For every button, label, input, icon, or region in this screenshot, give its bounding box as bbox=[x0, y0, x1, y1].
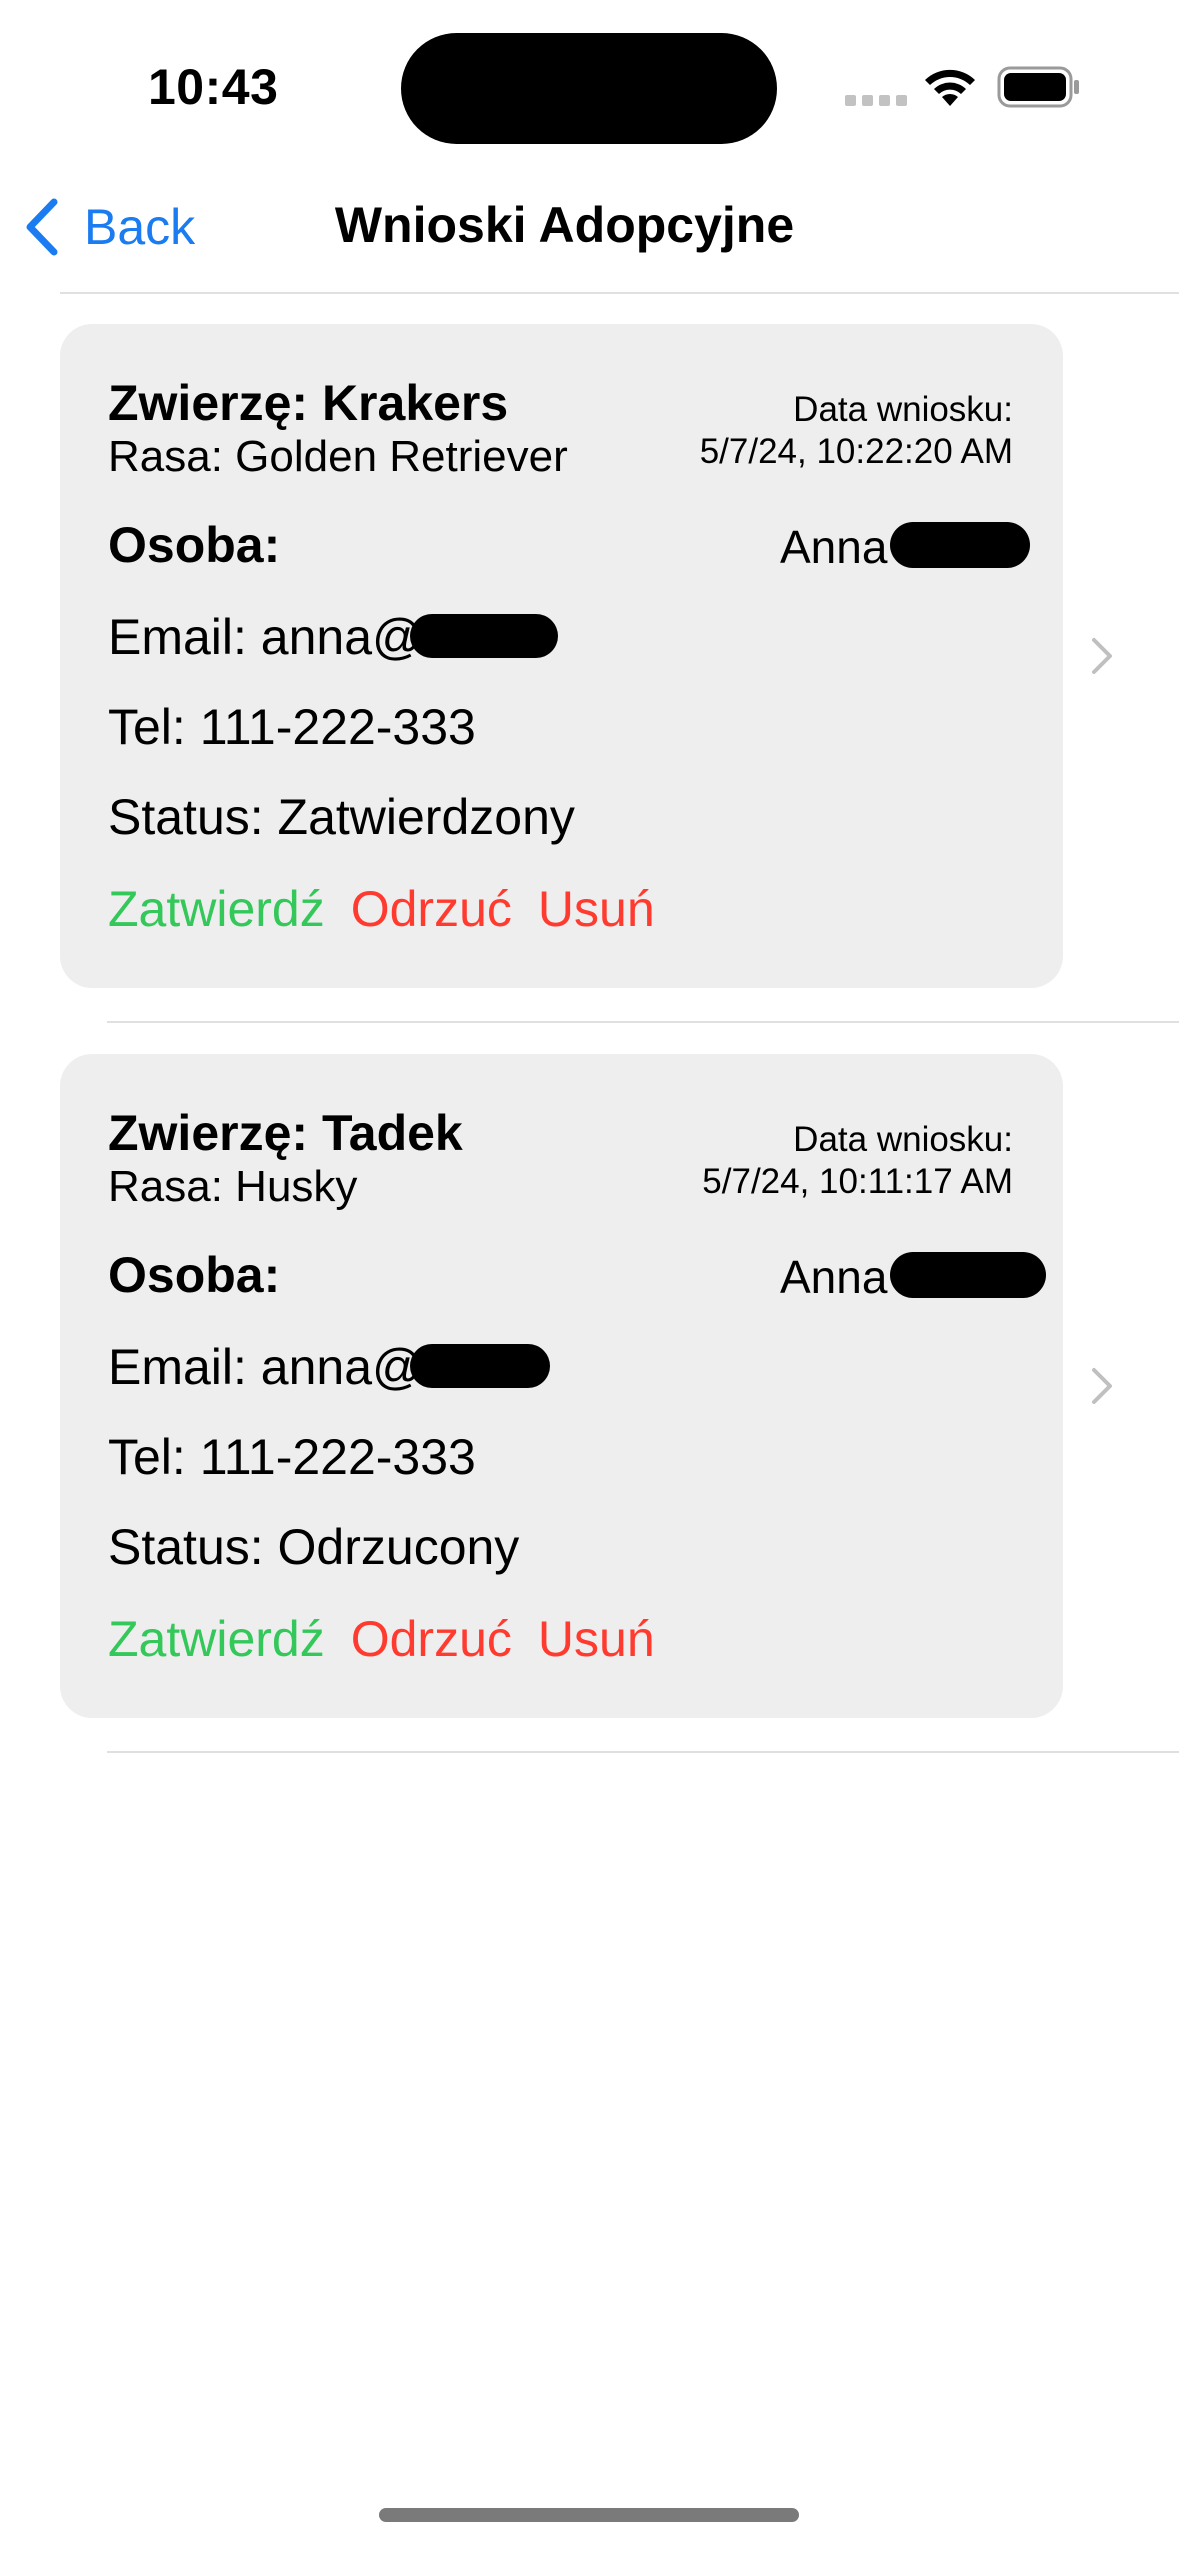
reject-button[interactable]: Odrzuć bbox=[351, 880, 512, 938]
action-buttons: Zatwierdź Odrzuć Usuń bbox=[108, 880, 655, 938]
person-name: Anna bbox=[780, 521, 888, 573]
home-indicator[interactable] bbox=[379, 2508, 799, 2522]
delete-button[interactable]: Usuń bbox=[538, 1610, 655, 1668]
reject-button[interactable]: Odrzuć bbox=[351, 1610, 512, 1668]
page-title: Wnioski Adopcyjne bbox=[0, 196, 1179, 254]
application-card[interactable]: Zwierzę: Tadek Rasa: Husky Data wniosku:… bbox=[60, 1054, 1063, 1718]
date-value: 5/7/24, 10:22:20 AM bbox=[699, 432, 1013, 471]
status-text: Status: Odrzucony bbox=[108, 1519, 520, 1575]
redaction-mark bbox=[410, 1344, 550, 1388]
application-card[interactable]: Zwierzę: Krakers Rasa: Golden Retriever … bbox=[60, 324, 1063, 988]
date-label: Data wniosku: bbox=[793, 1120, 1013, 1159]
row-divider bbox=[107, 1751, 1179, 1753]
date-value: 5/7/24, 10:11:17 AM bbox=[702, 1162, 1013, 1201]
phone-text: Tel: 111-222-333 bbox=[108, 1429, 476, 1485]
redaction-mark bbox=[890, 1252, 1046, 1298]
pet-breed: Rasa: Golden Retriever bbox=[108, 432, 568, 481]
wifi-icon bbox=[925, 69, 975, 106]
redaction-mark bbox=[410, 614, 558, 658]
application-row[interactable]: Zwierzę: Tadek Rasa: Husky Data wniosku:… bbox=[0, 1054, 1179, 1754]
action-buttons: Zatwierdź Odrzuć Usuń bbox=[108, 1610, 655, 1668]
pet-breed: Rasa: Husky bbox=[108, 1162, 358, 1211]
pet-name: Zwierzę: Tadek bbox=[108, 1105, 463, 1161]
approve-button[interactable]: Zatwierdź bbox=[108, 1610, 325, 1668]
redaction-mark bbox=[890, 522, 1030, 568]
application-row[interactable]: Zwierzę: Krakers Rasa: Golden Retriever … bbox=[0, 324, 1179, 1024]
approve-button[interactable]: Zatwierdź bbox=[108, 880, 325, 938]
phone-text: Tel: 111-222-333 bbox=[108, 699, 476, 755]
screen: 10:43 Back Wnioski Adopcyjne Zwierzę: Kr… bbox=[0, 0, 1179, 2556]
page-title-text: Wnioski Adopcyjne bbox=[334, 197, 795, 253]
person-name: Anna bbox=[780, 1251, 888, 1303]
status-text: Status: Zatwierdzony bbox=[108, 789, 575, 845]
chevron-right-icon bbox=[1092, 1368, 1112, 1404]
status-time: 10:43 bbox=[148, 59, 279, 115]
battery-icon bbox=[997, 66, 1079, 108]
dynamic-island bbox=[401, 33, 777, 144]
person-label: Osoba: bbox=[108, 1247, 281, 1303]
email-text: Email: anna@ bbox=[108, 609, 423, 665]
nav-divider bbox=[60, 292, 1179, 294]
delete-button[interactable]: Usuń bbox=[538, 880, 655, 938]
row-divider bbox=[107, 1021, 1179, 1023]
email-text: Email: anna@ bbox=[108, 1339, 423, 1395]
cellular-signal-icon bbox=[845, 95, 907, 106]
pet-name: Zwierzę: Krakers bbox=[108, 375, 509, 431]
date-label: Data wniosku: bbox=[793, 390, 1013, 429]
person-label: Osoba: bbox=[108, 517, 281, 573]
chevron-right-icon bbox=[1092, 638, 1112, 674]
